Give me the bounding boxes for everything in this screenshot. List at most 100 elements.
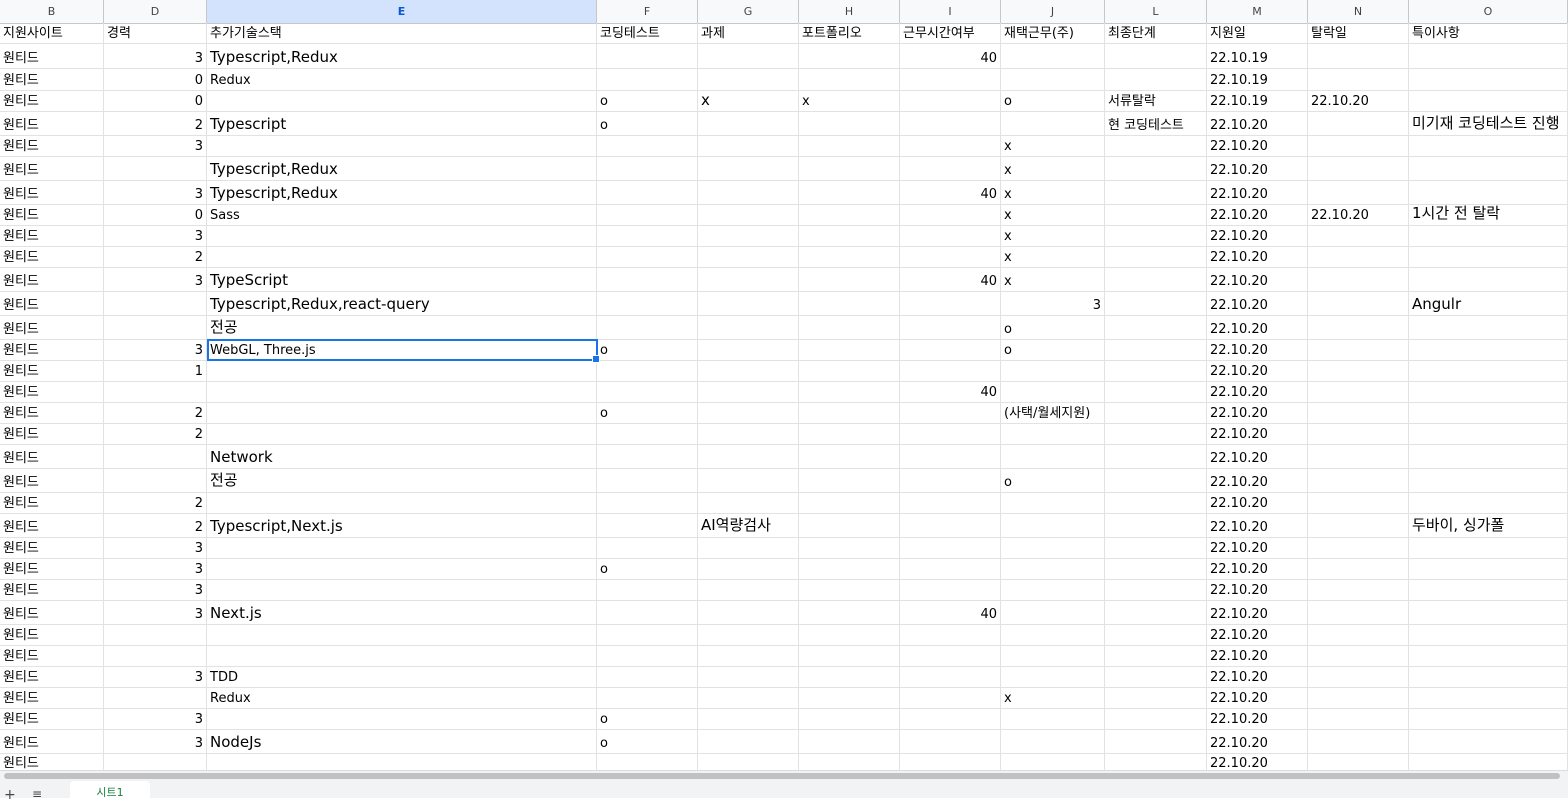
cell[interactable] — [1001, 730, 1105, 753]
cell[interactable] — [1001, 709, 1105, 729]
cell[interactable]: o — [1001, 340, 1105, 360]
cell[interactable]: 40 — [900, 382, 1001, 402]
cell[interactable] — [1105, 403, 1207, 423]
cell[interactable] — [698, 157, 799, 180]
cell[interactable] — [799, 205, 900, 225]
cell[interactable] — [1105, 268, 1207, 291]
cell[interactable] — [799, 361, 900, 381]
cell[interactable] — [1308, 226, 1409, 246]
cell[interactable]: Next.js — [207, 601, 597, 624]
cell[interactable]: 22.10.20 — [1207, 247, 1308, 267]
cell[interactable]: Redux — [207, 688, 597, 708]
cell[interactable] — [799, 514, 900, 537]
cell[interactable] — [698, 646, 799, 666]
header-cell[interactable]: 탈락일 — [1308, 23, 1409, 43]
cell[interactable] — [597, 316, 698, 339]
cell[interactable] — [207, 754, 597, 770]
cell[interactable] — [1409, 226, 1568, 246]
cell[interactable] — [900, 69, 1001, 90]
cell[interactable] — [1001, 559, 1105, 579]
cell[interactable]: o — [1001, 91, 1105, 111]
cell[interactable] — [207, 136, 597, 156]
cell[interactable] — [597, 226, 698, 246]
cell[interactable] — [597, 292, 698, 315]
sheet-tab-active[interactable]: 시트1 — [70, 781, 150, 798]
cell[interactable]: Sass — [207, 205, 597, 225]
cell[interactable]: 1 — [104, 361, 207, 381]
cell[interactable] — [1308, 559, 1409, 579]
cell[interactable]: x — [698, 91, 799, 111]
cell[interactable] — [900, 493, 1001, 513]
cell[interactable] — [799, 709, 900, 729]
cell[interactable] — [1105, 205, 1207, 225]
cell[interactable] — [1001, 625, 1105, 645]
cell[interactable]: 40 — [900, 181, 1001, 204]
cell[interactable]: x — [1001, 205, 1105, 225]
cell[interactable] — [207, 247, 597, 267]
cell[interactable] — [698, 340, 799, 360]
cell[interactable]: Typescript,Next.js — [207, 514, 597, 537]
list-icon[interactable]: ≡ — [32, 787, 42, 801]
cell[interactable]: o — [597, 559, 698, 579]
cell[interactable] — [1105, 646, 1207, 666]
cell[interactable]: 22.10.20 — [1207, 754, 1308, 770]
cell[interactable] — [1308, 136, 1409, 156]
cell[interactable] — [1308, 157, 1409, 180]
cell[interactable] — [1308, 361, 1409, 381]
cell[interactable] — [207, 538, 597, 558]
cell[interactable] — [1001, 69, 1105, 90]
cell[interactable]: 원티드 — [0, 469, 104, 492]
cell[interactable] — [1308, 181, 1409, 204]
cell[interactable] — [698, 403, 799, 423]
cell[interactable]: 22.10.20 — [1207, 424, 1308, 444]
cell[interactable] — [597, 625, 698, 645]
cell[interactable] — [207, 646, 597, 666]
cell[interactable] — [597, 247, 698, 267]
cell[interactable] — [698, 469, 799, 492]
cell[interactable]: 전공 — [207, 316, 597, 339]
cell[interactable] — [900, 445, 1001, 468]
cell[interactable] — [900, 559, 1001, 579]
cell[interactable] — [1105, 493, 1207, 513]
cell[interactable] — [799, 316, 900, 339]
cell[interactable] — [1308, 340, 1409, 360]
cell[interactable] — [799, 112, 900, 135]
cell[interactable] — [104, 445, 207, 468]
cell[interactable]: 22.10.20 — [1207, 601, 1308, 624]
cell[interactable]: NodeJs — [207, 730, 597, 753]
cell[interactable] — [799, 646, 900, 666]
cell[interactable]: 1시간 전 탈락 — [1409, 205, 1568, 225]
cell[interactable] — [1308, 445, 1409, 468]
column-header-o[interactable]: O — [1409, 0, 1568, 23]
cell[interactable] — [1409, 268, 1568, 291]
cell[interactable] — [900, 424, 1001, 444]
cell[interactable]: 원티드 — [0, 247, 104, 267]
cell[interactable] — [900, 580, 1001, 600]
cell[interactable] — [1001, 424, 1105, 444]
cell[interactable] — [104, 646, 207, 666]
cell[interactable] — [1105, 424, 1207, 444]
cell[interactable]: 22.10.20 — [1207, 292, 1308, 315]
column-header-b[interactable]: B — [0, 0, 104, 23]
cell[interactable] — [1308, 667, 1409, 687]
cell[interactable]: 0 — [104, 205, 207, 225]
cell[interactable] — [698, 181, 799, 204]
cell[interactable] — [1105, 538, 1207, 558]
cell[interactable]: 2 — [104, 493, 207, 513]
cell[interactable] — [597, 445, 698, 468]
cell[interactable] — [104, 469, 207, 492]
cell[interactable] — [207, 559, 597, 579]
cell[interactable]: o — [1001, 469, 1105, 492]
cell[interactable] — [597, 181, 698, 204]
cell[interactable]: 22.10.20 — [1207, 445, 1308, 468]
cell[interactable] — [698, 445, 799, 468]
cell[interactable] — [207, 493, 597, 513]
cell[interactable] — [799, 226, 900, 246]
cell[interactable] — [1105, 181, 1207, 204]
cell[interactable]: 22.10.20 — [1207, 493, 1308, 513]
cell[interactable] — [799, 69, 900, 90]
cell[interactable] — [900, 247, 1001, 267]
cell[interactable] — [207, 361, 597, 381]
cell[interactable] — [207, 91, 597, 111]
cell[interactable] — [1308, 514, 1409, 537]
